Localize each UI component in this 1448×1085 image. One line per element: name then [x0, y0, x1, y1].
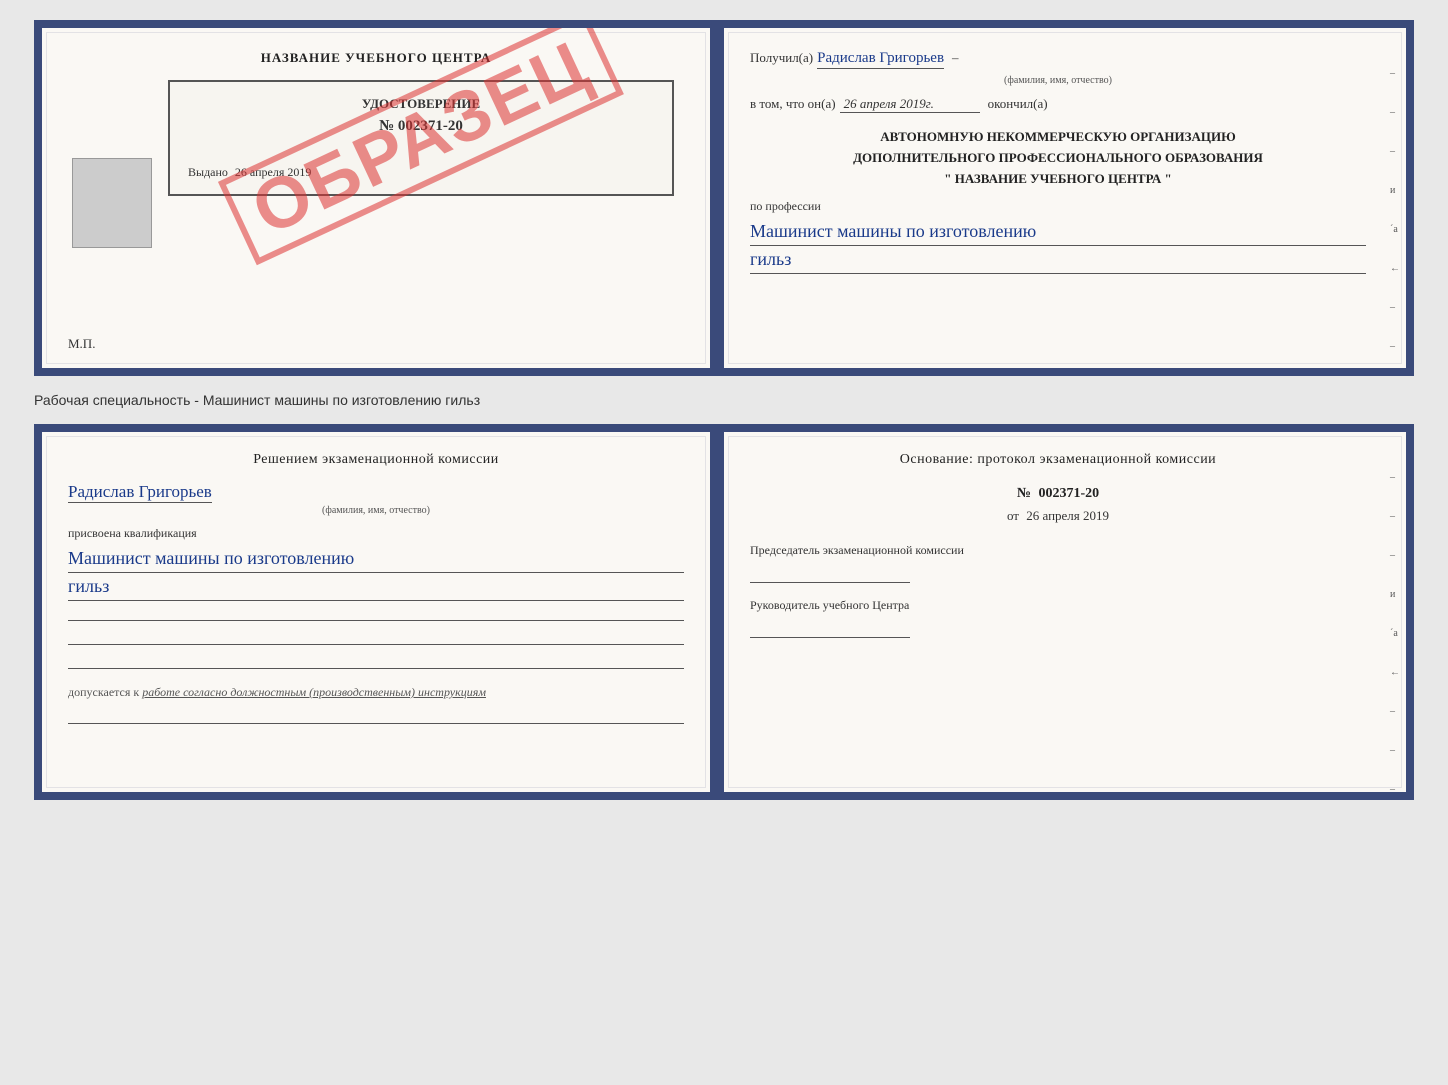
doc-spine — [710, 28, 724, 368]
org-line2: ДОПОЛНИТЕЛЬНОГО ПРОФЕССИОНАЛЬНОГО ОБРАЗО… — [750, 148, 1366, 169]
komissia-header: Решением экзаменационной комиссии — [68, 452, 684, 468]
qualification2: гильз — [68, 573, 684, 601]
blank-line1 — [68, 601, 684, 621]
finished-label: окончил(а) — [988, 96, 1048, 112]
chairman-block: Председатель экзаменационной комиссии — [750, 542, 1366, 583]
assigned-label: присвоена квалификация — [68, 526, 684, 541]
received-label: Получил(а) — [750, 50, 813, 66]
top-document: НАЗВАНИЕ УЧЕБНОГО ЦЕНТРА УДОСТОВЕРЕНИЕ №… — [34, 20, 1414, 376]
blank-line2 — [68, 625, 684, 645]
headteacher-label: Руководитель учебного Центра — [750, 597, 1366, 614]
number-label: № — [1017, 486, 1031, 501]
headteacher-block: Руководитель учебного Центра — [750, 597, 1366, 638]
bottom-document: Решением экзаменационной комиссии Радисл… — [34, 424, 1414, 800]
org-block: АВТОНОМНУЮ НЕКОММЕРЧЕСКУЮ ОРГАНИЗАЦИЮ ДО… — [750, 127, 1366, 189]
photo-placeholder — [72, 158, 152, 248]
top-right-page: Получил(а) Радислав Григорьев – (фамилия… — [724, 28, 1406, 368]
name-note: (фамилия, имя, отчество) — [750, 75, 1366, 86]
dash1: – — [952, 50, 959, 66]
bottom-side-dashes: – – – и ´а ← – – – — [1390, 472, 1400, 795]
in-that-label: в том, что он(а) — [750, 96, 836, 112]
bottom-name-note: (фамилия, имя, отчество) — [68, 505, 684, 516]
received-line: Получил(а) Радислав Григорьев – — [750, 50, 1366, 69]
cert-box: УДОСТОВЕРЕНИЕ № 002371-20 ОБРАЗЕЦ Выдано… — [168, 80, 674, 196]
bottom-left-page: Решением экзаменационной комиссии Радисл… — [42, 432, 710, 792]
profession-label: по профессии — [750, 199, 1366, 214]
profession-value2: гильз — [750, 246, 1366, 274]
headteacher-sig-line — [750, 618, 910, 638]
protocol-date: от 26 апреля 2019 — [750, 508, 1366, 524]
specialty-label: Рабочая специальность - Машинист машины … — [34, 392, 1414, 408]
chairman-label: Председатель экзаменационной комиссии — [750, 542, 1366, 559]
cert-number: № 002371-20 — [188, 118, 654, 135]
top-left-title: НАЗВАНИЕ УЧЕБНОГО ЦЕНТРА — [68, 50, 684, 66]
chairman-sig-line — [750, 563, 910, 583]
blank-line4 — [68, 704, 684, 724]
org-line3: " НАЗВАНИЕ УЧЕБНОГО ЦЕНТРА " — [750, 169, 1366, 190]
komissia-right-header: Основание: протокол экзаменационной коми… — [750, 452, 1366, 468]
date-value: 26 апреля 2019г. — [840, 96, 938, 111]
cert-title: УДОСТОВЕРЕНИЕ — [188, 96, 654, 112]
protocol-number: № 002371-20 — [750, 486, 1366, 502]
bottom-doc-spine — [710, 432, 724, 792]
bottom-right-page: Основание: протокол экзаменационной коми… — [724, 432, 1406, 792]
person-name: Радислав Григорьев — [817, 50, 944, 69]
dopusk-text: работе согласно должностным (производств… — [142, 685, 486, 699]
bottom-person-name: Радислав Григорьев — [68, 482, 212, 503]
issued-label: Выдано — [188, 165, 228, 179]
org-line1: АВТОНОМНУЮ НЕКОММЕРЧЕСКУЮ ОРГАНИЗАЦИЮ — [750, 127, 1366, 148]
date-underline: 26 апреля 2019г. — [840, 96, 980, 113]
top-left-page: НАЗВАНИЕ УЧЕБНОГО ЦЕНТРА УДОСТОВЕРЕНИЕ №… — [42, 28, 710, 368]
blank-line3 — [68, 649, 684, 669]
dopusk-label: допускается к — [68, 685, 139, 699]
number-value: 002371-20 — [1038, 486, 1099, 501]
qualification1: Машинист машины по изготовлению — [68, 545, 684, 573]
cert-issued: Выдано 26 апреля 2019 — [188, 165, 654, 180]
date-prefix: от — [1007, 508, 1019, 523]
issued-date: 26 апреля 2019 — [235, 165, 311, 179]
in-that-line: в том, что он(а) 26 апреля 2019г. окончи… — [750, 96, 1366, 113]
side-dashes: – – – и ´а ← – – – — [1390, 68, 1400, 376]
protocol-date-value: 26 апреля 2019 — [1026, 508, 1109, 523]
profession-value: Машинист машины по изготовлению — [750, 218, 1366, 246]
mp-label: М.П. — [68, 336, 95, 352]
dopusk-section: допускается к работе согласно должностны… — [68, 685, 684, 700]
